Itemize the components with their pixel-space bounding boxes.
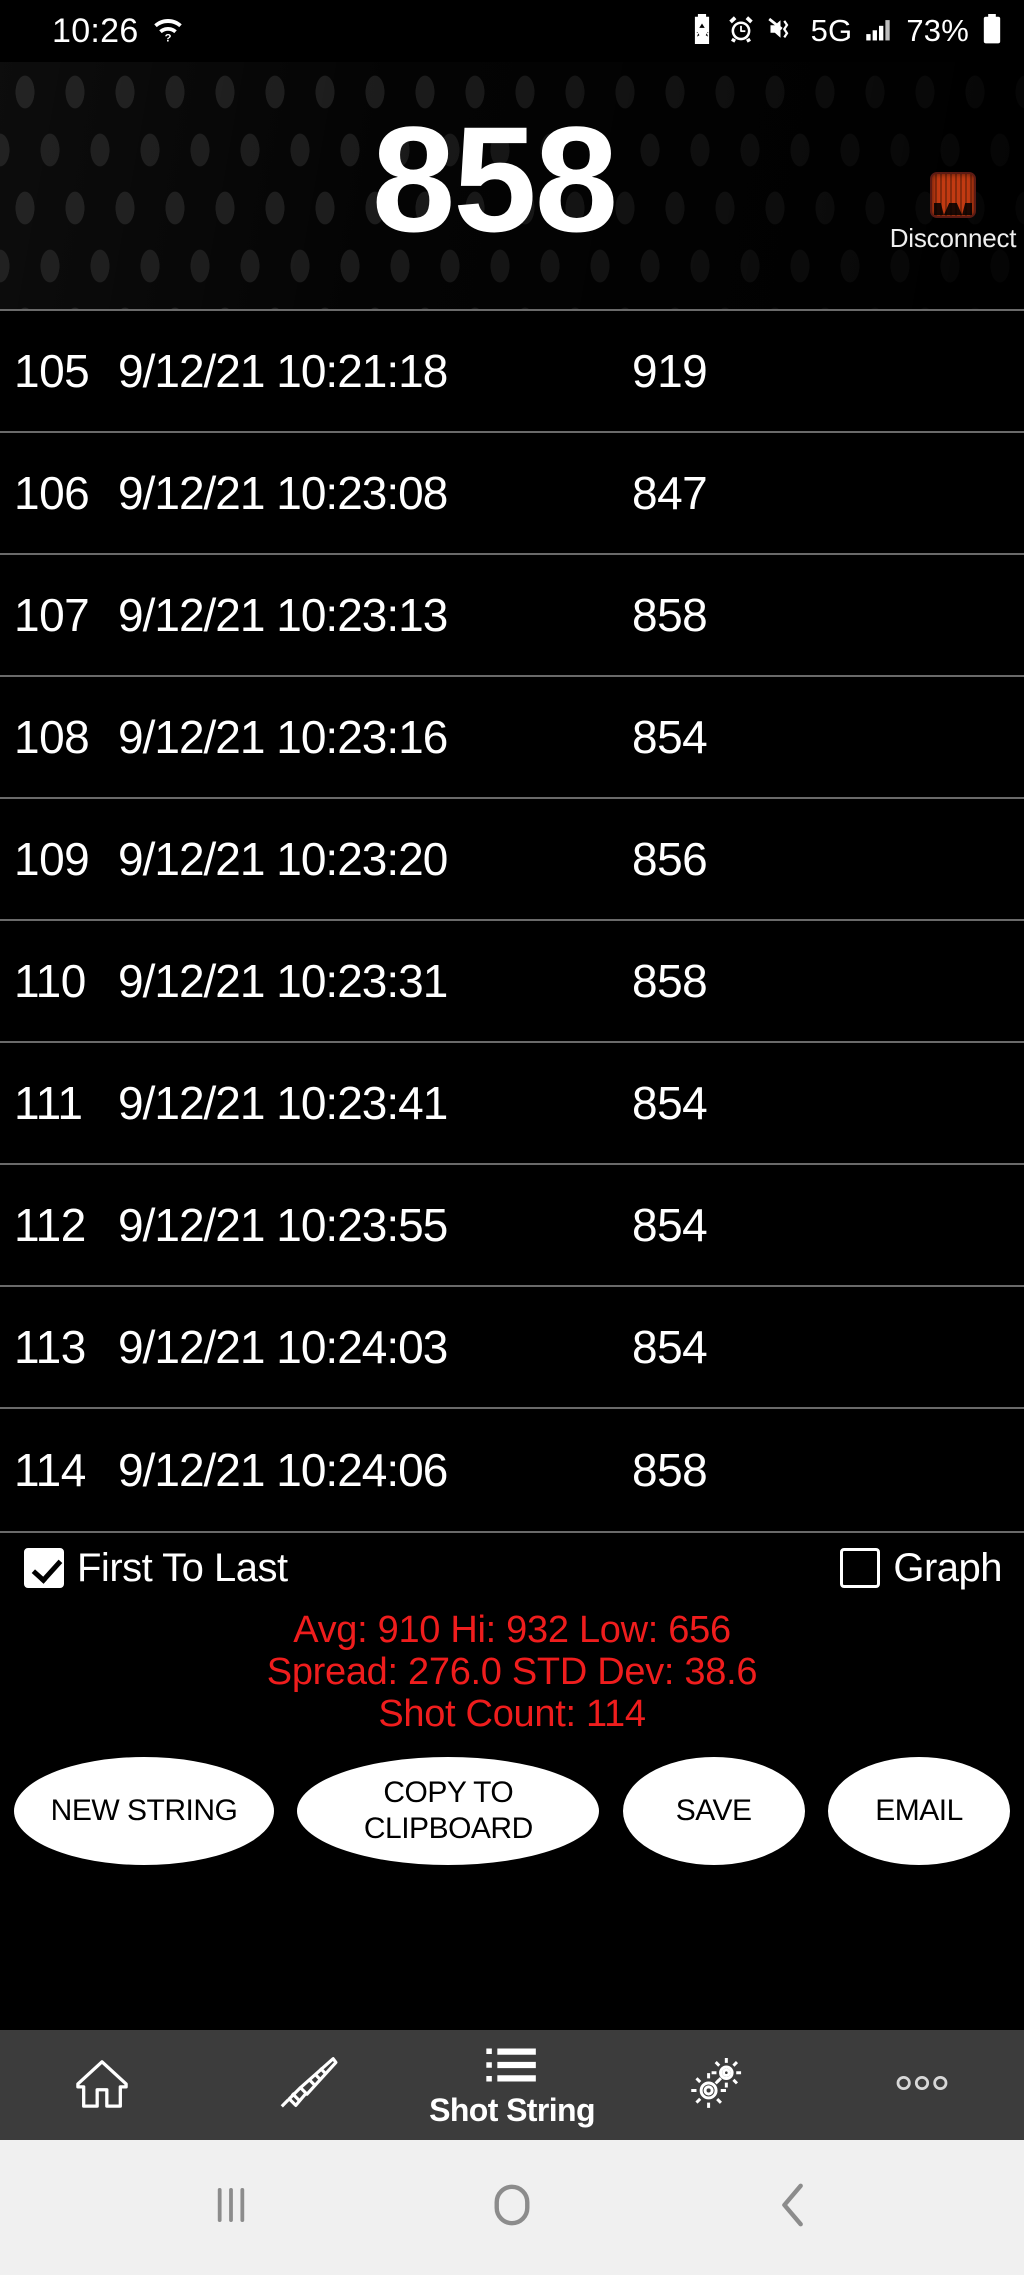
shot-velocity: 854 [632, 1077, 708, 1129]
current-velocity-display: 858 [371, 94, 618, 263]
home-button[interactable] [452, 2140, 572, 2275]
list-icon [483, 2043, 541, 2092]
new-string-button[interactable]: NEW STRING [14, 1757, 274, 1865]
shot-timestamp: 9/12/21 10:23:13 [118, 589, 448, 641]
shot-timestamp: 9/12/21 10:23:16 [118, 711, 448, 763]
nav-item-settings[interactable] [614, 2030, 819, 2140]
shot-velocity: 858 [632, 955, 708, 1007]
current-reading-header: 858 Disconnect [0, 62, 1024, 309]
copy-to-clipboard-label: COPY TO CLIPBOARD [364, 1775, 533, 1847]
stats-line-spread-stddev: Spread: 276.0 STD Dev: 38.6 [266, 1651, 758, 1693]
shot-velocity: 919 [632, 345, 708, 397]
status-bar-clock: 10:26 [52, 11, 139, 50]
shot-string-table: 105 9/12/21 10:21:18 919 106 9/12/21 10:23:0… [0, 309, 1024, 1531]
shot-timestamp: 9/12/21 10:21:18 [118, 345, 448, 397]
nav-item-more[interactable] [819, 2030, 1024, 2140]
email-button[interactable]: EMAIL [827, 1757, 1010, 1865]
shot-timestamp: 9/12/21 10:23:41 [118, 1077, 448, 1129]
shot-timestamp: 9/12/21 10:23:08 [118, 467, 448, 519]
mute-vibrate-icon [767, 16, 798, 47]
shot-velocity: 847 [632, 467, 708, 519]
shot-velocity: 854 [632, 711, 708, 763]
recents-button[interactable] [171, 2140, 291, 2275]
shot-index: 112 [14, 1199, 86, 1251]
statistics-block: Avg: 910 Hi: 932 Low: 656 Spread: 276.0 … [0, 1603, 1024, 1735]
shot-timestamp: 9/12/21 10:24:03 [118, 1321, 448, 1373]
nav-label-shot-string: Shot String [429, 2092, 595, 2128]
graph-checkbox[interactable]: Graph [840, 1546, 1002, 1591]
disconnect-button[interactable]: Disconnect [888, 172, 1018, 252]
wifi-question-icon: ? [153, 16, 183, 47]
overflow-dots-icon [894, 2072, 950, 2099]
shot-velocity: 858 [632, 1444, 708, 1496]
shot-index: 106 [14, 467, 90, 519]
battery-icon [982, 13, 1002, 49]
shot-timestamp: 9/12/21 10:24:06 [118, 1444, 448, 1496]
shot-velocity: 858 [632, 589, 708, 641]
stats-line-shot-count: Shot Count: 114 [378, 1693, 646, 1735]
table-row[interactable]: 105 9/12/21 10:21:18 919 [0, 311, 1024, 433]
copy-label-line1: COPY TO [383, 1776, 514, 1809]
status-bar-left: 10:26 ? [52, 12, 183, 51]
shot-index: 109 [14, 833, 90, 885]
nav-item-rifle[interactable] [205, 2030, 410, 2140]
status-bar-right: 5G 73% [690, 13, 1002, 49]
status-bar: 10:26 ? 5G 73% [0, 0, 1024, 62]
save-button[interactable]: SAVE [622, 1757, 805, 1865]
first-to-last-label: First To Last [77, 1545, 288, 1590]
stats-line-avg-hi-low: Avg: 910 Hi: 932 Low: 656 [293, 1609, 731, 1651]
device-disconnect-icon [930, 172, 976, 218]
battery-saver-icon [690, 13, 714, 49]
table-row[interactable]: 114 9/12/21 10:24:06 858 [0, 1409, 1024, 1531]
summary-panel: First To Last Graph Avg: 910 Hi: 932 Low… [0, 1531, 1024, 2030]
table-row[interactable]: 107 9/12/21 10:23:13 858 [0, 555, 1024, 677]
table-row[interactable]: 110 9/12/21 10:23:31 858 [0, 921, 1024, 1043]
app-bottom-nav: Shot String [0, 2030, 1024, 2140]
alarm-clock-icon [727, 15, 755, 48]
table-row[interactable]: 109 9/12/21 10:23:20 856 [0, 799, 1024, 921]
shot-index: 113 [14, 1321, 86, 1373]
copy-to-clipboard-button[interactable]: COPY TO CLIPBOARD [297, 1757, 600, 1865]
disconnect-label: Disconnect [889, 223, 1017, 253]
table-row[interactable]: 111 9/12/21 10:23:41 854 [0, 1043, 1024, 1165]
graph-checkbox-box[interactable] [840, 1548, 881, 1588]
gears-icon [686, 2055, 748, 2116]
action-buttons-row: NEW STRING COPY TO CLIPBOARD SAVE EMAIL [0, 1735, 1024, 1865]
copy-label-line2: CLIPBOARD [363, 1812, 533, 1845]
table-row[interactable]: 108 9/12/21 10:23:16 854 [0, 677, 1024, 799]
shot-velocity: 856 [632, 833, 708, 885]
signal-bars-icon [865, 16, 893, 47]
android-system-nav [0, 2140, 1024, 2275]
shot-timestamp: 9/12/21 10:23:31 [118, 955, 448, 1007]
network-type-label: 5G [810, 13, 853, 48]
recents-icon [214, 2182, 248, 2233]
table-row[interactable]: 113 9/12/21 10:24:03 854 [0, 1287, 1024, 1409]
android-back-icon [777, 2182, 809, 2233]
battery-percent-label: 73% [906, 13, 969, 48]
options-row: First To Last Graph [0, 1533, 1024, 1603]
nav-item-home[interactable] [0, 2030, 205, 2140]
first-to-last-checkbox-box[interactable] [24, 1548, 64, 1588]
shot-velocity: 854 [632, 1199, 708, 1251]
shot-timestamp: 9/12/21 10:23:55 [118, 1199, 448, 1251]
shot-velocity: 854 [632, 1321, 708, 1373]
home-icon [73, 2056, 131, 2115]
shot-index: 107 [14, 589, 90, 641]
shot-index: 111 [14, 1077, 83, 1129]
graph-label: Graph [893, 1545, 1002, 1590]
shot-index: 105 [14, 345, 90, 397]
table-row[interactable]: 106 9/12/21 10:23:08 847 [0, 433, 1024, 555]
svg-text:?: ? [164, 32, 171, 42]
rifle-icon [275, 2055, 339, 2116]
shot-index: 114 [14, 1444, 86, 1496]
shot-timestamp: 9/12/21 10:23:20 [118, 833, 448, 885]
shot-index: 110 [14, 955, 86, 1007]
shot-index: 108 [14, 711, 90, 763]
first-to-last-checkbox[interactable]: First To Last [24, 1546, 288, 1591]
back-button[interactable] [733, 2140, 853, 2275]
table-row[interactable]: 112 9/12/21 10:23:55 854 [0, 1165, 1024, 1287]
app-root: 10:26 ? 5G 73% 858 Disconnect 105 9/12/2… [0, 0, 1024, 2275]
android-home-icon [491, 2182, 533, 2233]
nav-item-shot-string[interactable]: Shot String [410, 2030, 615, 2140]
